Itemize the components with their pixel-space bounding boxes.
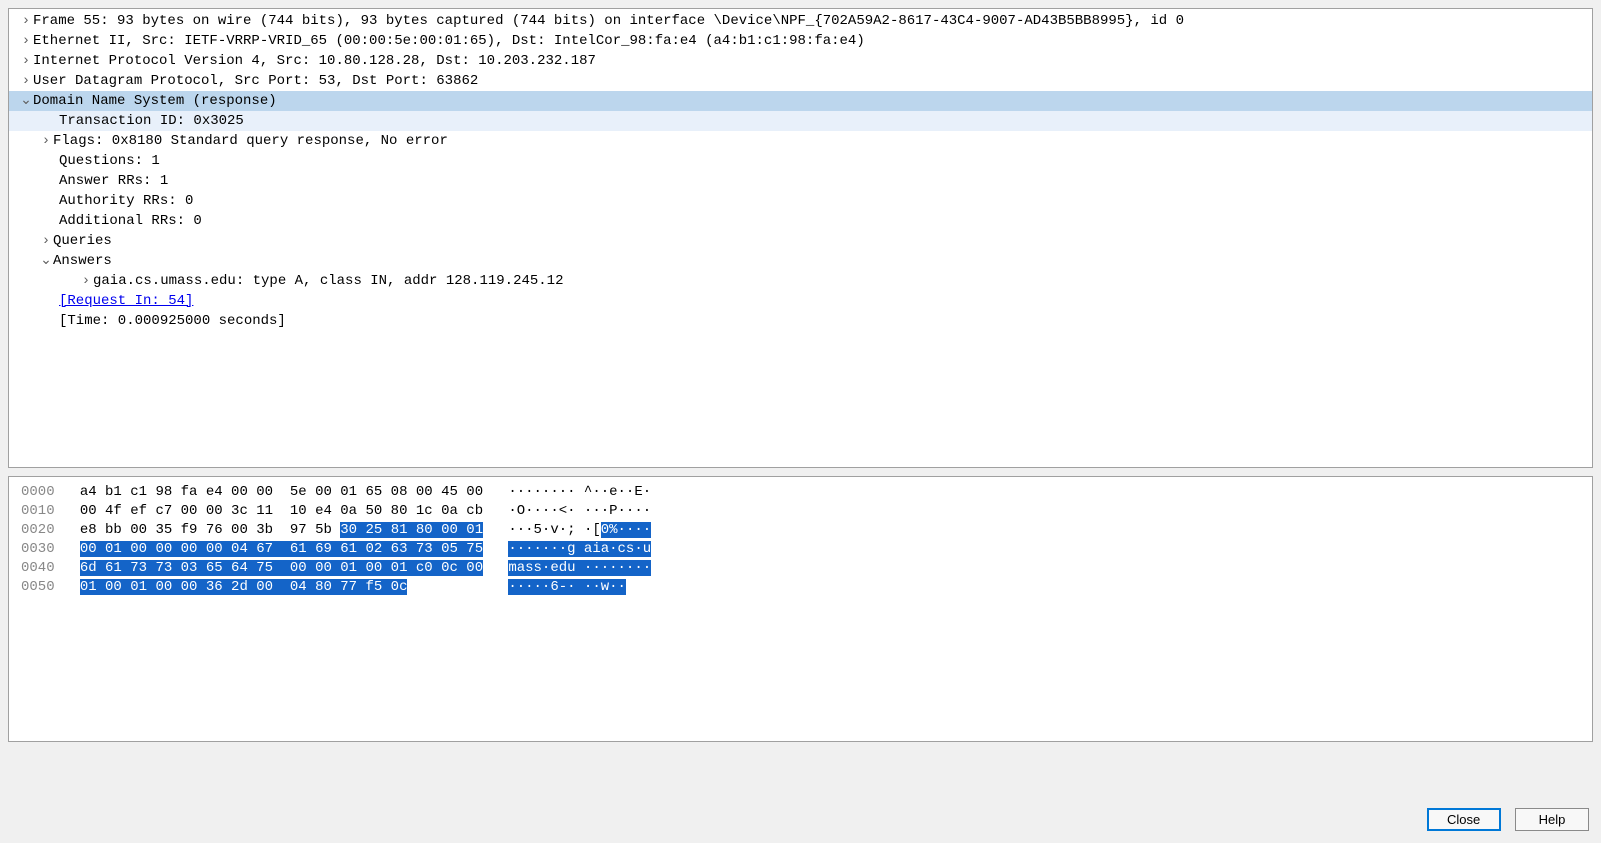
tree-dns-time[interactable]: [Time: 0.000925000 seconds] — [9, 311, 1592, 331]
tree-dns-answers[interactable]: ⌄Answers — [9, 251, 1592, 271]
packet-details-panel[interactable]: ›Frame 55: 93 bytes on wire (744 bits), … — [8, 8, 1593, 468]
chevron-right-icon[interactable]: › — [19, 71, 33, 91]
hex-row[interactable]: 0030 00 01 00 00 00 00 04 67 61 69 61 02… — [9, 540, 1592, 559]
tree-ethernet[interactable]: ›Ethernet II, Src: IETF-VRRP-VRID_65 (00… — [9, 31, 1592, 51]
chevron-right-icon[interactable]: › — [79, 271, 93, 291]
chevron-right-icon[interactable]: › — [39, 231, 53, 251]
tree-dns-answer-rrs[interactable]: Answer RRs: 1 — [9, 171, 1592, 191]
hex-row[interactable]: 0050 01 00 01 00 00 36 2d 00 04 80 77 f5… — [9, 578, 1592, 597]
tree-dns-additional-rrs[interactable]: Additional RRs: 0 — [9, 211, 1592, 231]
hex-row[interactable]: 0040 6d 61 73 73 03 65 64 75 00 00 01 00… — [9, 559, 1592, 578]
tree-dns-flags[interactable]: ›Flags: 0x8180 Standard query response, … — [9, 131, 1592, 151]
chevron-right-icon[interactable]: › — [39, 131, 53, 151]
help-button[interactable]: Help — [1515, 808, 1589, 831]
chevron-down-icon[interactable]: ⌄ — [39, 251, 53, 271]
chevron-right-icon[interactable]: › — [19, 31, 33, 51]
tree-dns-authority-rrs[interactable]: Authority RRs: 0 — [9, 191, 1592, 211]
tree-dns-queries[interactable]: ›Queries — [9, 231, 1592, 251]
request-in-link[interactable]: [Request In: 54] — [59, 293, 193, 309]
tree-dns-request-in[interactable]: [Request In: 54] — [9, 291, 1592, 311]
tree-ip[interactable]: ›Internet Protocol Version 4, Src: 10.80… — [9, 51, 1592, 71]
tree-dns-answer-row[interactable]: ›gaia.cs.umass.edu: type A, class IN, ad… — [9, 271, 1592, 291]
tree-dns[interactable]: ⌄Domain Name System (response) — [9, 91, 1592, 111]
tree-frame[interactable]: ›Frame 55: 93 bytes on wire (744 bits), … — [9, 11, 1592, 31]
tree-dns-questions[interactable]: Questions: 1 — [9, 151, 1592, 171]
dialog-button-bar: Close Help — [1421, 808, 1589, 831]
chevron-right-icon[interactable]: › — [19, 11, 33, 31]
hex-row[interactable]: 0010 00 4f ef c7 00 00 3c 11 10 e4 0a 50… — [9, 502, 1592, 521]
hex-dump-panel[interactable]: 0000 a4 b1 c1 98 fa e4 00 00 5e 00 01 65… — [8, 476, 1593, 742]
close-button[interactable]: Close — [1427, 808, 1501, 831]
hex-row[interactable]: 0000 a4 b1 c1 98 fa e4 00 00 5e 00 01 65… — [9, 483, 1592, 502]
tree-udp[interactable]: ›User Datagram Protocol, Src Port: 53, D… — [9, 71, 1592, 91]
hex-row[interactable]: 0020 e8 bb 00 35 f9 76 00 3b 97 5b 30 25… — [9, 521, 1592, 540]
chevron-down-icon[interactable]: ⌄ — [19, 91, 33, 111]
tree-dns-txid[interactable]: Transaction ID: 0x3025 — [9, 111, 1592, 131]
chevron-right-icon[interactable]: › — [19, 51, 33, 71]
